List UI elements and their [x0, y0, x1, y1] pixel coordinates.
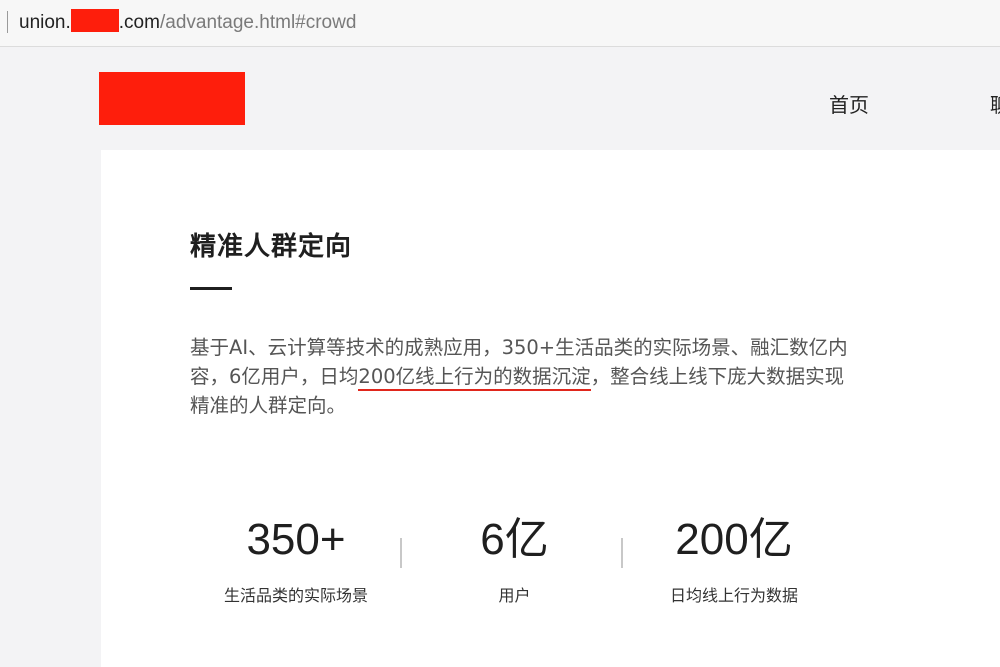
site-header: 首页 聊: [0, 47, 1000, 150]
stat-behavior-data: 200亿 日均线上行为数据: [659, 512, 809, 607]
stat-label: 用户: [498, 586, 531, 605]
url-text[interactable]: union. .com/advantage.html#crowd: [19, 9, 356, 36]
stat-value: 200亿: [675, 515, 793, 564]
stat-users: 6亿 用户: [451, 512, 578, 607]
desc-highlight: 200亿线上行为的数据沉淀: [358, 365, 591, 391]
stat-categories: 350+ 生活品类的实际场景: [215, 512, 377, 607]
section-title: 精准人群定向: [190, 232, 353, 262]
url-path: /advantage.html#crowd: [159, 12, 357, 33]
address-bar-divider: [7, 11, 8, 33]
stat-value: 350+: [246, 515, 346, 564]
title-underline-rule: [190, 287, 232, 290]
stat-label: 生活品类的实际场景: [223, 586, 368, 605]
stat-value: 6亿: [480, 515, 549, 564]
stat-label: 日均线上行为数据: [669, 586, 798, 605]
stat-divider: [400, 538, 402, 568]
section-description: 基于AI、云计算等技术的成熟应用，350+生活品类的实际场景、融汇数亿内容，6亿…: [190, 333, 860, 420]
site-logo-redacted[interactable]: [99, 72, 245, 125]
nav-home-link[interactable]: 首页: [829, 89, 869, 118]
stat-divider: [621, 538, 623, 568]
url-host-prefix: union.: [19, 12, 71, 33]
page-gutter: [0, 150, 101, 667]
url-redaction-block: [70, 9, 119, 32]
url-host-suffix: .com: [118, 12, 160, 33]
nav-next-link[interactable]: 聊: [990, 89, 1000, 118]
browser-address-bar[interactable]: union. .com/advantage.html#crowd: [0, 0, 1000, 47]
crowd-section-card: 精准人群定向 基于AI、云计算等技术的成熟应用，350+生活品类的实际场景、融汇…: [101, 150, 1000, 667]
